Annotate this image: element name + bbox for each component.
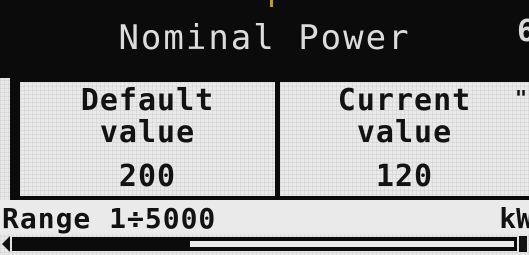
slider-right-end-icon[interactable] — [519, 236, 527, 252]
hmi-screen: Nominal Power 6 Default value 200 " Curr… — [0, 0, 529, 255]
range-line: Range 1÷5000 kW — [0, 200, 529, 235]
slider-track[interactable] — [12, 237, 517, 251]
current-value-cell[interactable]: " Current value 120 — [280, 82, 529, 196]
current-value-edge-glyph: " — [514, 86, 527, 110]
default-value-label-line2: value — [99, 115, 196, 150]
default-value-cell: Default value 200 — [20, 82, 275, 196]
current-value-label-line2: value — [356, 115, 453, 150]
range-label: Range 1÷5000 — [2, 202, 217, 235]
value-slider[interactable] — [0, 234, 529, 255]
title-bar: Nominal Power 6 — [0, 0, 529, 78]
default-value-label-line1: Default — [80, 83, 215, 118]
slider-left-arrow-icon[interactable] — [2, 236, 10, 252]
corner-indicator: 6 — [516, 14, 529, 49]
top-tick-mark — [270, 0, 273, 7]
current-value-label-line1: Current — [337, 83, 472, 118]
value-panel: Default value 200 " Current value 120 — [10, 78, 529, 200]
slider-fill — [15, 241, 190, 247]
unit-label: kW — [499, 202, 529, 235]
page-title: Nominal Power — [118, 18, 411, 58]
slider-inner-track — [15, 241, 514, 247]
current-value-number[interactable]: 120 — [280, 160, 529, 194]
default-value-number: 200 — [118, 159, 177, 194]
